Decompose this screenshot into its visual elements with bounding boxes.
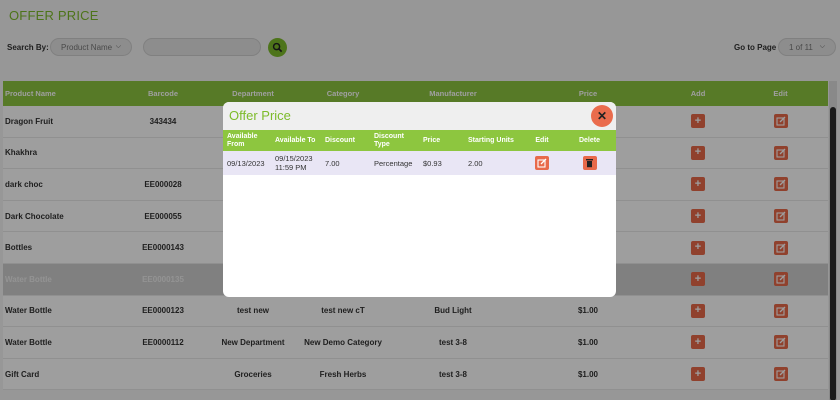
header-offer-price: Price: [423, 136, 441, 144]
modal-table-header: Available From Available To Discount Dis…: [223, 130, 616, 151]
edit-icon: [537, 158, 547, 168]
close-icon: ✕: [596, 109, 608, 123]
header-starting-units: Starting Units: [468, 136, 514, 144]
close-button[interactable]: ✕: [591, 105, 613, 127]
modal-title: Offer Price: [229, 108, 291, 123]
offer-available-to: 09/15/2023 11:59 PM: [272, 154, 322, 172]
offer-row: 09/13/2023 09/15/2023 11:59 PM 7.00 Perc…: [223, 151, 616, 175]
header-modal-edit: Edit: [535, 136, 549, 144]
offer-available-to-time: 11:59 PM: [275, 163, 307, 172]
offer-price-modal: Offer Price ✕ Available From Available T…: [223, 102, 616, 297]
header-modal-delete: Delete: [578, 136, 600, 144]
modal-header: Offer Price ✕: [223, 102, 616, 130]
offer-starting-units: 2.00: [468, 158, 483, 168]
offer-delete-button[interactable]: [582, 156, 597, 170]
offer-edit-cell: [521, 156, 563, 170]
trash-icon: [586, 159, 593, 168]
offer-delete-cell: [563, 156, 616, 170]
offer-available-from: 09/13/2023: [227, 158, 265, 168]
header-discount-type: Discount Type: [374, 132, 404, 148]
offer-price: $0.93: [423, 158, 442, 168]
offer-discount: 7.00: [325, 158, 340, 168]
header-available-to: Available To: [275, 136, 316, 144]
header-available-from: Available From: [227, 132, 258, 148]
offer-available-to-date: 09/15/2023: [275, 154, 313, 163]
header-discount: Discount: [325, 136, 355, 144]
offer-edit-button[interactable]: [535, 156, 549, 170]
offer-discount-type: Percentage: [374, 158, 413, 168]
